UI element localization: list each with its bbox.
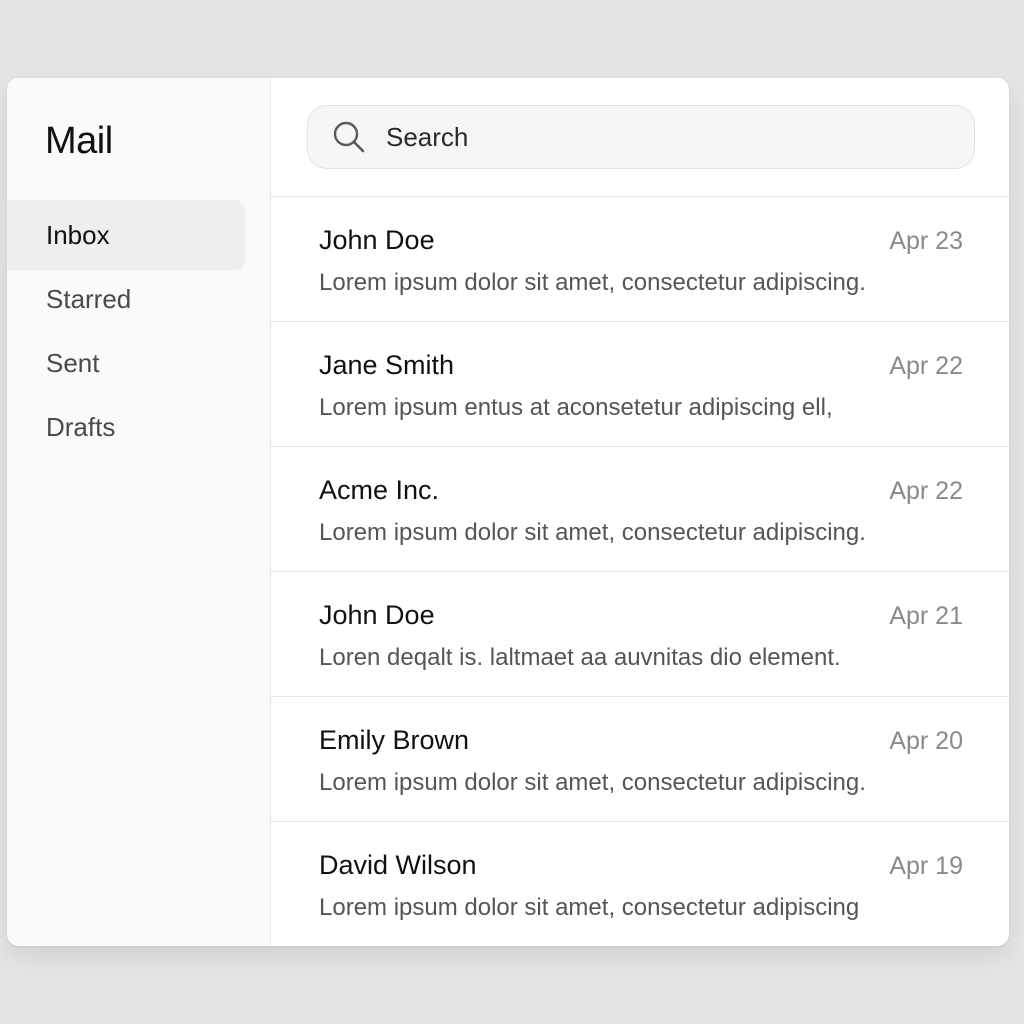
message-row[interactable]: John Doe Apr 23 Lorem ipsum dolor sit am… (271, 197, 1009, 322)
sidebar-item-inbox[interactable]: Inbox (7, 200, 245, 270)
search-box[interactable] (307, 105, 975, 169)
sidebar-item-drafts[interactable]: Drafts (7, 392, 245, 462)
message-row[interactable]: Jane Smith Apr 22 Lorem ipsum entus at a… (271, 322, 1009, 447)
message-preview: Lorem ipsum dolor sit amet, consectetur … (319, 519, 866, 546)
message-date: Apr 22 (889, 352, 963, 380)
message-preview: Loren deqalt is. laltmaet aa auvnitas di… (319, 644, 841, 671)
message-date: Apr 19 (889, 852, 963, 880)
search-bar (271, 78, 1009, 197)
message-preview: Lorem ipsum entus at aconsetetur adipisc… (319, 394, 833, 421)
sidebar: Mail Inbox Starred Sent Drafts (7, 78, 271, 946)
message-preview: Lorem ipsum dolor sit amet, consectetur … (319, 769, 866, 796)
message-sender: John Doe (319, 600, 435, 630)
message-row[interactable]: Acme Inc. Apr 22 Lorem ipsum dolor sit a… (271, 447, 1009, 572)
sidebar-item-sent[interactable]: Sent (7, 328, 245, 398)
message-date: Apr 21 (889, 602, 963, 630)
message-preview: Lorem ipsum dolor sit amet, consectetur … (319, 894, 860, 921)
message-sender: Jane Smith (319, 350, 455, 380)
message-row[interactable]: Emily Brown Apr 20 Lorem ipsum dolor sit… (271, 697, 1009, 822)
sidebar-item-starred[interactable]: Starred (7, 264, 245, 334)
mail-window: Mail Inbox Starred Sent Drafts John Doe … (7, 78, 1009, 946)
message-sender: John Doe (319, 225, 435, 255)
message-date: Apr 22 (889, 477, 963, 505)
message-date: Apr 20 (889, 727, 963, 755)
sidebar-nav: Inbox Starred Sent Drafts (7, 200, 245, 456)
app-title: Mail (45, 120, 113, 162)
message-pane: John Doe Apr 23 Lorem ipsum dolor sit am… (271, 78, 1009, 946)
message-preview: Lorem ipsum dolor sit amet, consectetur … (319, 269, 866, 296)
message-sender: David Wilson (319, 850, 477, 880)
message-row[interactable]: David Wilson Apr 19 Lorem ipsum dolor si… (271, 822, 1009, 946)
message-row[interactable]: John Doe Apr 21 Loren deqalt is. laltmae… (271, 572, 1009, 697)
message-list: John Doe Apr 23 Lorem ipsum dolor sit am… (271, 197, 1009, 946)
search-input[interactable] (384, 120, 928, 154)
message-sender: Emily Brown (319, 725, 470, 755)
search-icon (333, 121, 365, 153)
message-date: Apr 23 (889, 227, 963, 255)
message-sender: Acme Inc. (319, 475, 440, 505)
